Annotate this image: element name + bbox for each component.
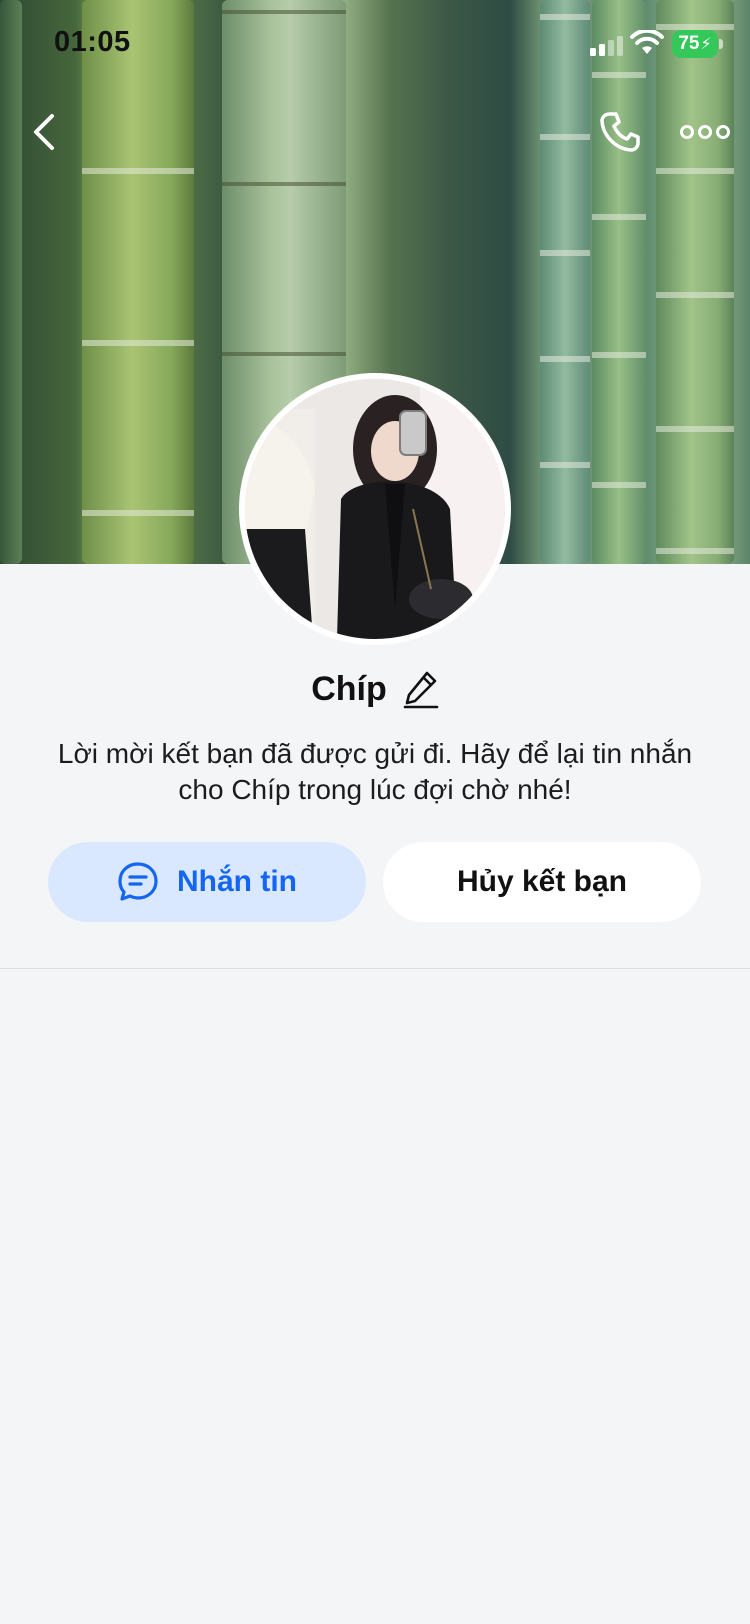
friend-request-info: Lời mời kết bạn đã được gửi đi. Hãy để l… [57, 738, 693, 805]
status-bar: 01:05 75 ⚡ [0, 0, 750, 90]
profile-name-row: Chíp [0, 664, 750, 714]
profile-photo [245, 379, 505, 639]
pencil-icon[interactable] [403, 669, 439, 709]
signal-icon [590, 36, 623, 56]
profile-name: Chíp [311, 669, 387, 708]
divider [0, 968, 750, 969]
wifi-icon [630, 30, 664, 54]
unfriend-button[interactable]: Hủy kết bạn [383, 842, 701, 922]
call-button[interactable] [596, 108, 644, 156]
more-icon [680, 125, 730, 139]
avatar-frame [239, 373, 511, 645]
message-button[interactable]: Nhắn tin [48, 842, 366, 922]
battery-icon: 75 ⚡ [672, 30, 718, 58]
phone-icon [600, 112, 640, 152]
chevron-left-icon [34, 114, 54, 150]
chat-bubble-icon [118, 862, 158, 901]
avatar[interactable] [245, 379, 505, 639]
back-button[interactable] [26, 108, 66, 156]
battery-level: 75 [678, 33, 700, 54]
charging-icon: ⚡ [700, 36, 712, 53]
unfriend-button-label: Hủy kết bạn [456, 865, 628, 898]
message-button-label: Nhắn tin [177, 865, 297, 898]
status-time: 01:05 [54, 26, 131, 58]
battery-tip [719, 39, 723, 49]
more-button[interactable] [680, 118, 730, 146]
